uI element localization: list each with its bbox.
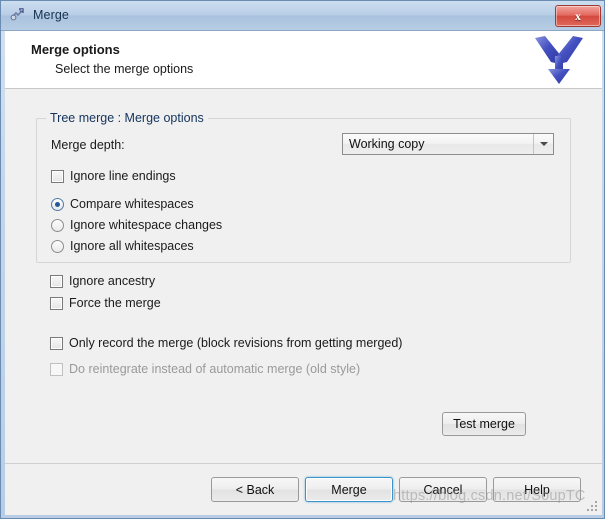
radio-compare-whitespaces[interactable]: Compare whitespaces [51,198,194,211]
radio-ignore-whitespace-changes[interactable]: Ignore whitespace changes [51,219,222,232]
merge-depth-dropdown[interactable]: Working copy [342,133,554,155]
help-button[interactable]: Help [493,477,581,502]
radio-label: Ignore whitespace changes [70,218,223,233]
checkbox-label: Ignore line endings [70,169,176,184]
checkbox-do-reintegrate: Do reintegrate instead of automatic merg… [50,363,360,376]
dialog-header: Merge options Select the merge options [5,31,602,89]
dialog-footer: < Back Merge Cancel Help [5,463,602,515]
checkbox-box-icon[interactable] [50,297,63,310]
chevron-down-icon[interactable] [533,134,553,154]
back-button[interactable]: < Back [211,477,299,502]
merge-depth-value: Working copy [349,137,425,151]
groupbox-legend: Tree merge : Merge options [46,111,208,125]
checkbox-ignore-ancestry[interactable]: Ignore ancestry [50,275,155,288]
radio-label: Compare whitespaces [70,197,194,212]
checkbox-box-icon[interactable] [50,337,63,350]
window-title: Merge [33,7,69,22]
page-subtitle: Select the merge options [55,62,194,76]
checkbox-box-icon[interactable] [50,275,63,288]
dialog-content: Tree merge : Merge options Merge depth: … [5,89,602,463]
checkbox-box-icon [50,363,63,376]
checkbox-ignore-line-endings[interactable]: Ignore line endings [51,170,176,183]
close-button[interactable]: x [555,5,601,27]
merge-depth-label: Merge depth: [51,138,125,152]
title-bar-left: Merge [9,6,69,23]
checkbox-only-record-the-merge[interactable]: Only record the merge (block revisions f… [50,337,402,350]
checkbox-label: Ignore ancestry [69,274,156,289]
merge-arrow-logo-icon [528,33,590,87]
radio-button-icon[interactable] [51,219,64,232]
resize-grip-icon[interactable] [587,501,599,513]
merge-button[interactable]: Merge [305,477,393,502]
checkbox-label: Force the merge [69,296,161,311]
checkbox-label: Do reintegrate instead of automatic merg… [69,362,361,377]
checkbox-label: Only record the merge (block revisions f… [69,336,403,351]
tree-merge-groupbox: Tree merge : Merge options Merge depth: … [36,111,571,263]
close-icon: x [575,9,581,23]
radio-label: Ignore all whitespaces [70,239,194,254]
cancel-button[interactable]: Cancel [399,477,487,502]
title-bar: Merge x [1,1,604,31]
test-merge-button[interactable]: Test merge [442,412,526,436]
checkbox-box-icon[interactable] [51,170,64,183]
merge-dialog-window: Merge x Merge options Select the merge o… [0,0,605,519]
radio-ignore-all-whitespaces[interactable]: Ignore all whitespaces [51,240,194,253]
checkbox-force-the-merge[interactable]: Force the merge [50,297,161,310]
radio-button-icon[interactable] [51,198,64,211]
page-title: Merge options [31,42,120,57]
radio-button-icon[interactable] [51,240,64,253]
merge-app-icon [9,6,26,23]
